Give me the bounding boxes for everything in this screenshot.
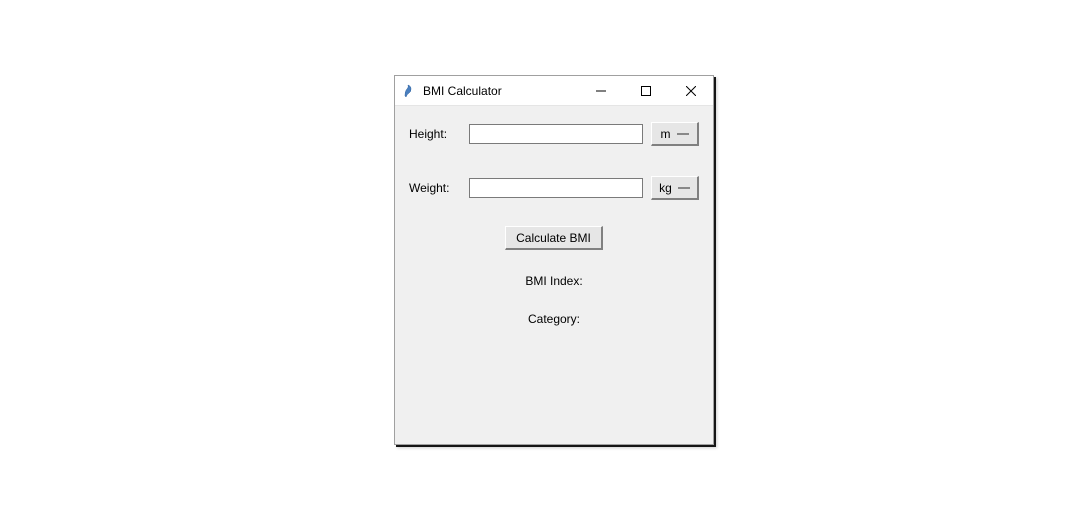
app-icon xyxy=(401,83,417,99)
close-button[interactable] xyxy=(668,76,713,105)
calculate-button-label: Calculate BMI xyxy=(516,231,591,245)
bmi-index-label: BMI Index: xyxy=(409,274,699,288)
client-area: Height: m Weight: kg Calculate BMI BMI I… xyxy=(395,106,713,366)
height-input[interactable] xyxy=(469,124,643,144)
height-label: Height: xyxy=(409,127,461,141)
window-title: BMI Calculator xyxy=(423,84,578,98)
maximize-button[interactable] xyxy=(623,76,668,105)
calculate-button[interactable]: Calculate BMI xyxy=(505,226,603,250)
height-unit-dropdown[interactable]: m xyxy=(651,122,699,146)
weight-row: Weight: kg xyxy=(409,176,699,200)
height-unit-value: m xyxy=(661,127,671,141)
window-controls xyxy=(578,76,713,105)
dropdown-indicator-icon xyxy=(677,133,689,135)
minimize-button[interactable] xyxy=(578,76,623,105)
titlebar: BMI Calculator xyxy=(395,76,713,106)
weight-unit-value: kg xyxy=(659,181,672,195)
calculate-row: Calculate BMI xyxy=(409,226,699,250)
dropdown-indicator-icon xyxy=(678,187,690,189)
weight-label: Weight: xyxy=(409,181,461,195)
category-label: Category: xyxy=(409,312,699,326)
height-row: Height: m xyxy=(409,122,699,146)
weight-unit-dropdown[interactable]: kg xyxy=(651,176,699,200)
weight-input[interactable] xyxy=(469,178,643,198)
app-window: BMI Calculator Height: m Weight: xyxy=(394,75,714,445)
